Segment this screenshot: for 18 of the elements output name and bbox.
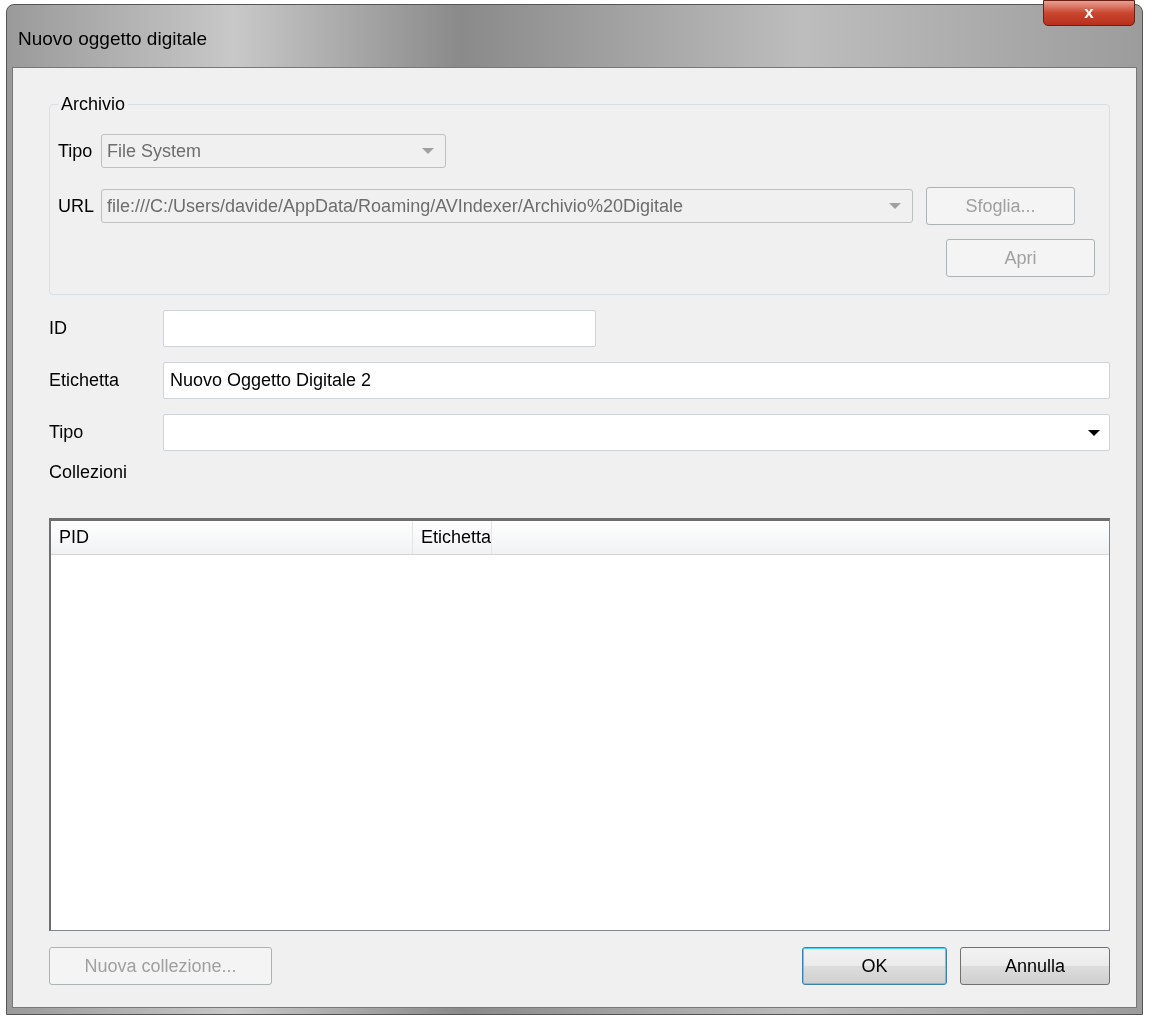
section-label: Collezioni (49, 462, 129, 483)
input-field[interactable] (163, 310, 596, 347)
field-label: ID (49, 318, 68, 339)
field-label: Tipo (49, 422, 85, 443)
close-button[interactable]: x (1043, 0, 1135, 26)
caret-icon (1087, 428, 1101, 437)
field-label: Etichetta (49, 370, 121, 391)
field-label: Tipo (58, 140, 94, 162)
window-title: Nuovo oggetto digitale (17, 27, 208, 50)
input-field[interactable]: Nuovo Oggetto Digitale 2 (163, 362, 1110, 399)
field-label: URL (58, 195, 95, 217)
caret-icon (888, 202, 902, 210)
column-header[interactable]: PID (51, 521, 413, 554)
type-dropdown[interactable] (163, 414, 1110, 451)
column-header[interactable]: Etichetta (413, 521, 493, 554)
dialog-button[interactable]: Annulla (960, 947, 1110, 985)
dialog-button[interactable]: OK (802, 947, 947, 985)
caret-icon (421, 147, 435, 155)
